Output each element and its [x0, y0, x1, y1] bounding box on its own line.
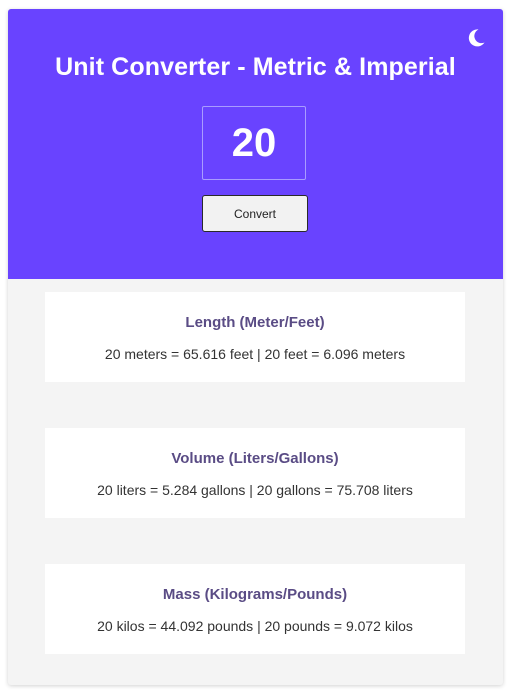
- volume-result: 20 liters = 5.284 gallons | 20 gallons =…: [97, 482, 413, 498]
- convert-button[interactable]: Convert: [202, 195, 308, 232]
- moon-icon[interactable]: [465, 27, 487, 49]
- page-title: Unit Converter - Metric & Imperial: [55, 53, 456, 81]
- mass-card: Mass (Kilograms/Pounds) 20 kilos = 44.09…: [45, 564, 465, 654]
- converter-app: Unit Converter - Metric & Imperial Conve…: [8, 9, 503, 685]
- mass-card-title: Mass (Kilograms/Pounds): [162, 586, 348, 603]
- volume-card: Volume (Liters/Gallons) 20 liters = 5.28…: [45, 428, 465, 518]
- value-input[interactable]: [202, 106, 306, 180]
- header-panel: Unit Converter - Metric & Imperial Conve…: [8, 9, 503, 279]
- length-card-title: Length (Meter/Feet): [185, 314, 325, 331]
- volume-card-title: Volume (Liters/Gallons): [171, 450, 339, 467]
- mass-result: 20 kilos = 44.092 pounds | 20 pounds = 9…: [97, 618, 413, 634]
- length-card: Length (Meter/Feet) 20 meters = 65.616 f…: [45, 292, 465, 382]
- length-result: 20 meters = 65.616 feet | 20 feet = 6.09…: [104, 346, 406, 362]
